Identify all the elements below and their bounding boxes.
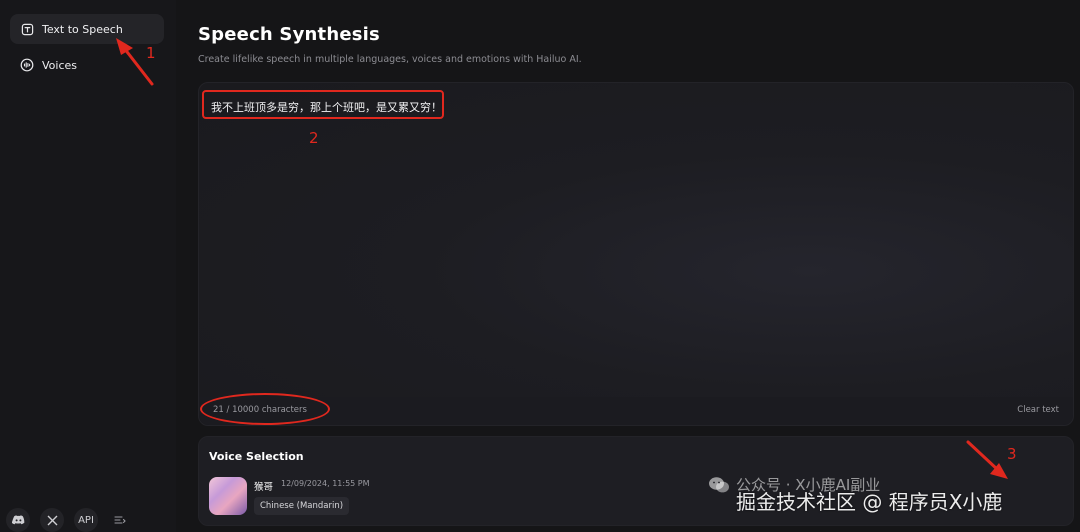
annotation-arrow-3 (966, 440, 1008, 479)
annotation-arrows (116, 38, 1008, 479)
wechat-icon (709, 476, 729, 492)
annotation-number-2: 2 (309, 129, 319, 147)
annotation-number-1: 1 (146, 44, 156, 62)
watermark-line2: 掘金技术社区 @ 程序员X小鹿 (736, 490, 1003, 514)
annotation-number-3: 3 (1007, 445, 1017, 463)
